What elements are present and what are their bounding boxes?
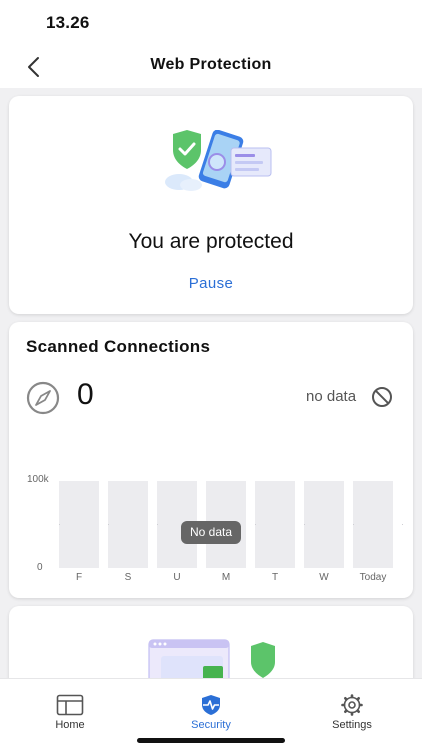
navigation-bar: Web Protection xyxy=(0,46,422,88)
gear-icon xyxy=(341,694,363,716)
x-tick-label: M xyxy=(221,572,231,583)
y-tick-label: 0 xyxy=(37,562,43,573)
tab-settings-label: Settings xyxy=(332,719,372,731)
compass-icon xyxy=(26,381,60,415)
block-icon xyxy=(372,387,392,407)
protection-status-card: You are protected Pause xyxy=(9,96,413,314)
status-bar: 13.26 xyxy=(0,0,422,46)
x-tick-label: U xyxy=(173,572,181,583)
chart-no-data-badge: No data xyxy=(181,521,241,544)
section-title: Scanned Connections xyxy=(26,337,211,356)
home-icon xyxy=(56,694,84,716)
tab-home[interactable]: Home xyxy=(0,679,140,739)
home-indicator xyxy=(137,738,285,743)
x-tick-label: T xyxy=(271,572,279,583)
x-tick-label: W xyxy=(319,572,329,583)
tab-settings[interactable]: Settings xyxy=(282,679,422,739)
shield-pulse-icon xyxy=(202,695,220,715)
no-data-label: no data xyxy=(306,388,357,405)
pause-button[interactable]: Pause xyxy=(9,275,413,292)
tab-security[interactable]: Security xyxy=(141,679,281,739)
x-tick-label: F xyxy=(75,572,83,583)
connections-count: 0 xyxy=(77,378,94,411)
x-tick-label: Today xyxy=(359,572,387,583)
protection-status-text: You are protected xyxy=(128,230,294,253)
x-tick-label: S xyxy=(124,572,132,583)
page-title: Web Protection xyxy=(150,56,272,73)
status-time: 13.26 xyxy=(46,13,90,32)
tab-security-label: Security xyxy=(191,719,231,731)
scanned-connections-card: Scanned Connections 0 no data F S U M T W Toda… xyxy=(9,322,413,598)
tab-home-label: Home xyxy=(55,719,85,731)
shield-phone-illustration xyxy=(165,130,272,191)
y-tick-label: 100k xyxy=(27,474,49,485)
